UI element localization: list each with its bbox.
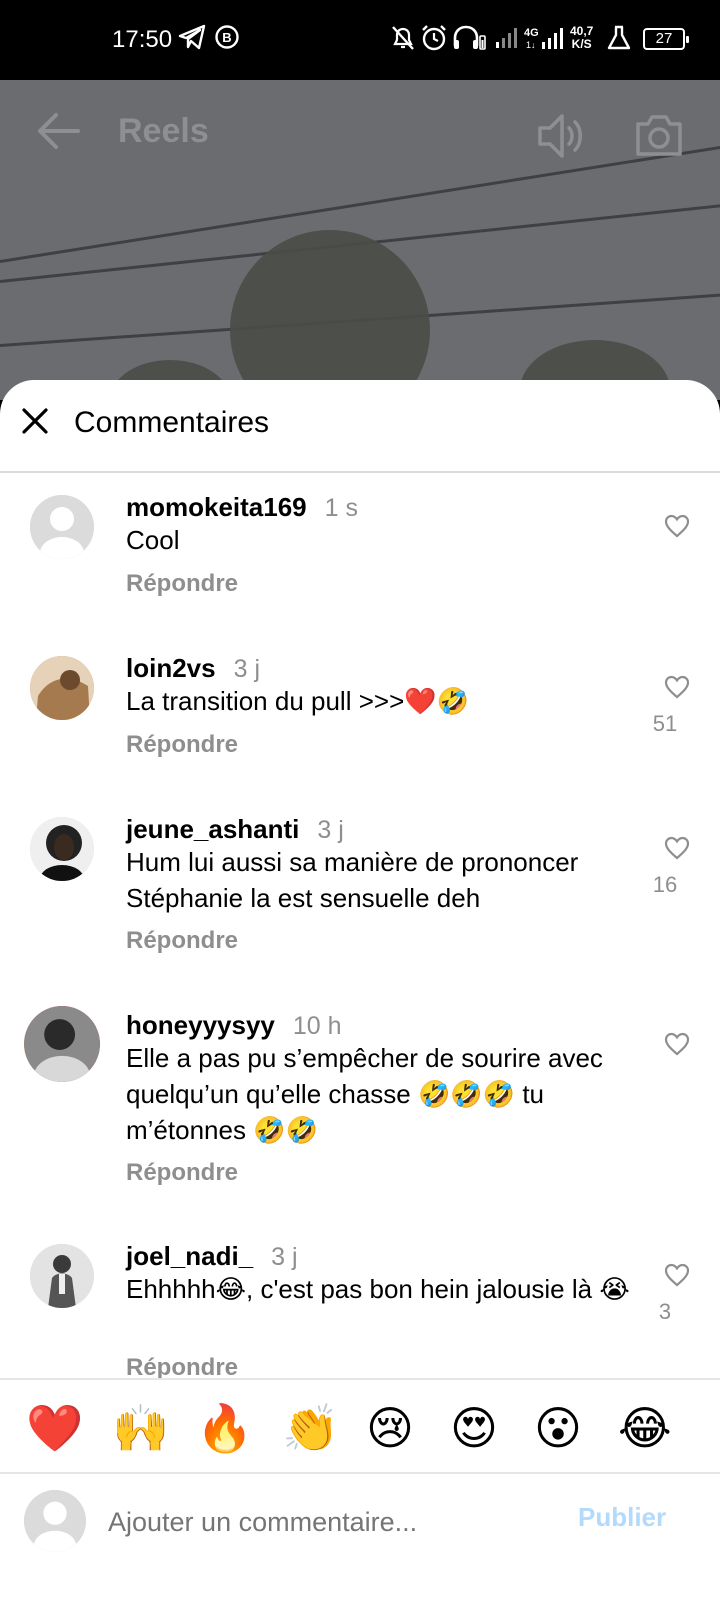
emoji-heart-eyes[interactable]: 😍 xyxy=(450,1400,498,1456)
signal-icon xyxy=(494,24,518,56)
comment-input[interactable] xyxy=(108,1500,528,1544)
username-text[interactable]: joel_nadi_ xyxy=(126,1241,253,1271)
reply-button[interactable]: Répondre xyxy=(126,731,238,759)
avatar[interactable] xyxy=(30,1244,94,1308)
comment-username[interactable]: jeune_ashanti 3 j xyxy=(126,814,344,845)
svg-text:4G: 4G xyxy=(524,27,539,39)
bell-off-icon xyxy=(390,24,416,58)
username-text[interactable]: momokeita169 xyxy=(126,492,307,522)
svg-text:B: B xyxy=(222,30,231,45)
comment-input-bar: Publier xyxy=(0,1474,720,1599)
comment-text: Hum lui aussi sa manière de prononcer St… xyxy=(126,847,579,913)
avatar[interactable] xyxy=(30,495,94,559)
emoji-crying[interactable]: 😢 xyxy=(366,1400,414,1456)
comment-username[interactable]: honeyyysyy 10 h xyxy=(126,1010,342,1041)
emoji-tears-of-joy[interactable]: 😂 xyxy=(618,1400,672,1456)
comment-time: 1 s xyxy=(324,494,359,522)
avatar-story-ring[interactable] xyxy=(24,1006,100,1082)
like-count: 3 xyxy=(658,1299,672,1324)
like-heart-icon[interactable] xyxy=(664,675,690,699)
telegram-icon xyxy=(178,24,206,56)
4g-signal-icon: 4G 1↓ xyxy=(524,24,564,58)
like-heart-icon[interactable] xyxy=(664,1032,690,1056)
reply-button[interactable]: Répondre xyxy=(126,927,238,955)
comments-title: Commentaires xyxy=(74,406,270,439)
emoji-raising-hands[interactable]: 🙌 xyxy=(112,1400,169,1456)
battery-indicator: 27 xyxy=(643,28,689,50)
comment-text: La transition du pull >>>❤️🤣 xyxy=(126,686,470,716)
username-text[interactable]: jeune_ashanti xyxy=(126,814,299,844)
reel-video-background[interactable] xyxy=(0,80,720,400)
publish-button[interactable]: Publier xyxy=(578,1502,666,1533)
emoji-surprised[interactable]: 😮 xyxy=(534,1400,582,1456)
comment-username[interactable]: loin2vs 3 j xyxy=(126,653,260,684)
alarm-icon xyxy=(420,24,448,58)
comment-time: 3 j xyxy=(233,655,260,683)
reply-button[interactable]: Répondre xyxy=(126,1159,238,1187)
emoji-heart[interactable]: ❤️ xyxy=(26,1400,83,1456)
comment-username[interactable]: joel_nadi_ 3 j xyxy=(126,1241,298,1272)
emoji-clapping[interactable]: 👏 xyxy=(282,1400,339,1456)
username-text[interactable]: honeyyysyy xyxy=(126,1010,275,1040)
back-arrow-icon[interactable] xyxy=(34,106,84,156)
network-speed: 40,7 K/S xyxy=(570,25,593,51)
like-heart-icon[interactable] xyxy=(664,836,690,860)
reels-title: Reels xyxy=(118,112,209,150)
like-count: 16 xyxy=(652,872,678,897)
like-heart-icon[interactable] xyxy=(664,514,690,538)
close-icon[interactable] xyxy=(20,406,50,436)
avatar[interactable] xyxy=(30,817,94,881)
avatar xyxy=(24,1006,100,1082)
emoji-reaction-bar: ❤️ 🙌 🔥 👏 😢 😍 😮 😂 xyxy=(0,1378,720,1474)
comment-time: 10 h xyxy=(292,1012,342,1040)
headphones-icon xyxy=(452,24,486,58)
like-count: 51 xyxy=(652,711,678,736)
status-time: 17:50 xyxy=(112,26,173,53)
comment-text: Cool xyxy=(126,525,180,555)
comment-time: 3 j xyxy=(271,1243,298,1271)
like-heart-icon[interactable] xyxy=(664,1263,690,1287)
speaker-icon[interactable] xyxy=(536,110,588,162)
comment-username[interactable]: momokeita169 1 s xyxy=(126,492,358,523)
svg-text:1↓: 1↓ xyxy=(526,40,536,50)
status-bar: 17:50 B 4G 1↓ 40,7 K/S 27 xyxy=(0,0,720,80)
network-speed-unit: K/S xyxy=(571,37,592,51)
username-text[interactable]: loin2vs xyxy=(126,653,216,683)
reply-button[interactable]: Répondre xyxy=(126,570,238,598)
emoji-fire[interactable]: 🔥 xyxy=(196,1400,253,1456)
comments-header: Commentaires xyxy=(0,380,720,473)
user-avatar xyxy=(24,1490,86,1552)
comment-time: 3 j xyxy=(317,816,344,844)
b-circle-icon: B xyxy=(214,24,240,56)
camera-icon[interactable] xyxy=(634,112,684,158)
comment-text: Ehhhhh😂, c'est pas bon hein jalousie là … xyxy=(126,1274,630,1304)
avatar[interactable] xyxy=(30,656,94,720)
flask-icon xyxy=(606,24,632,58)
comment-text: Elle a pas pu s’empêcher de sourire avec… xyxy=(126,1043,603,1145)
